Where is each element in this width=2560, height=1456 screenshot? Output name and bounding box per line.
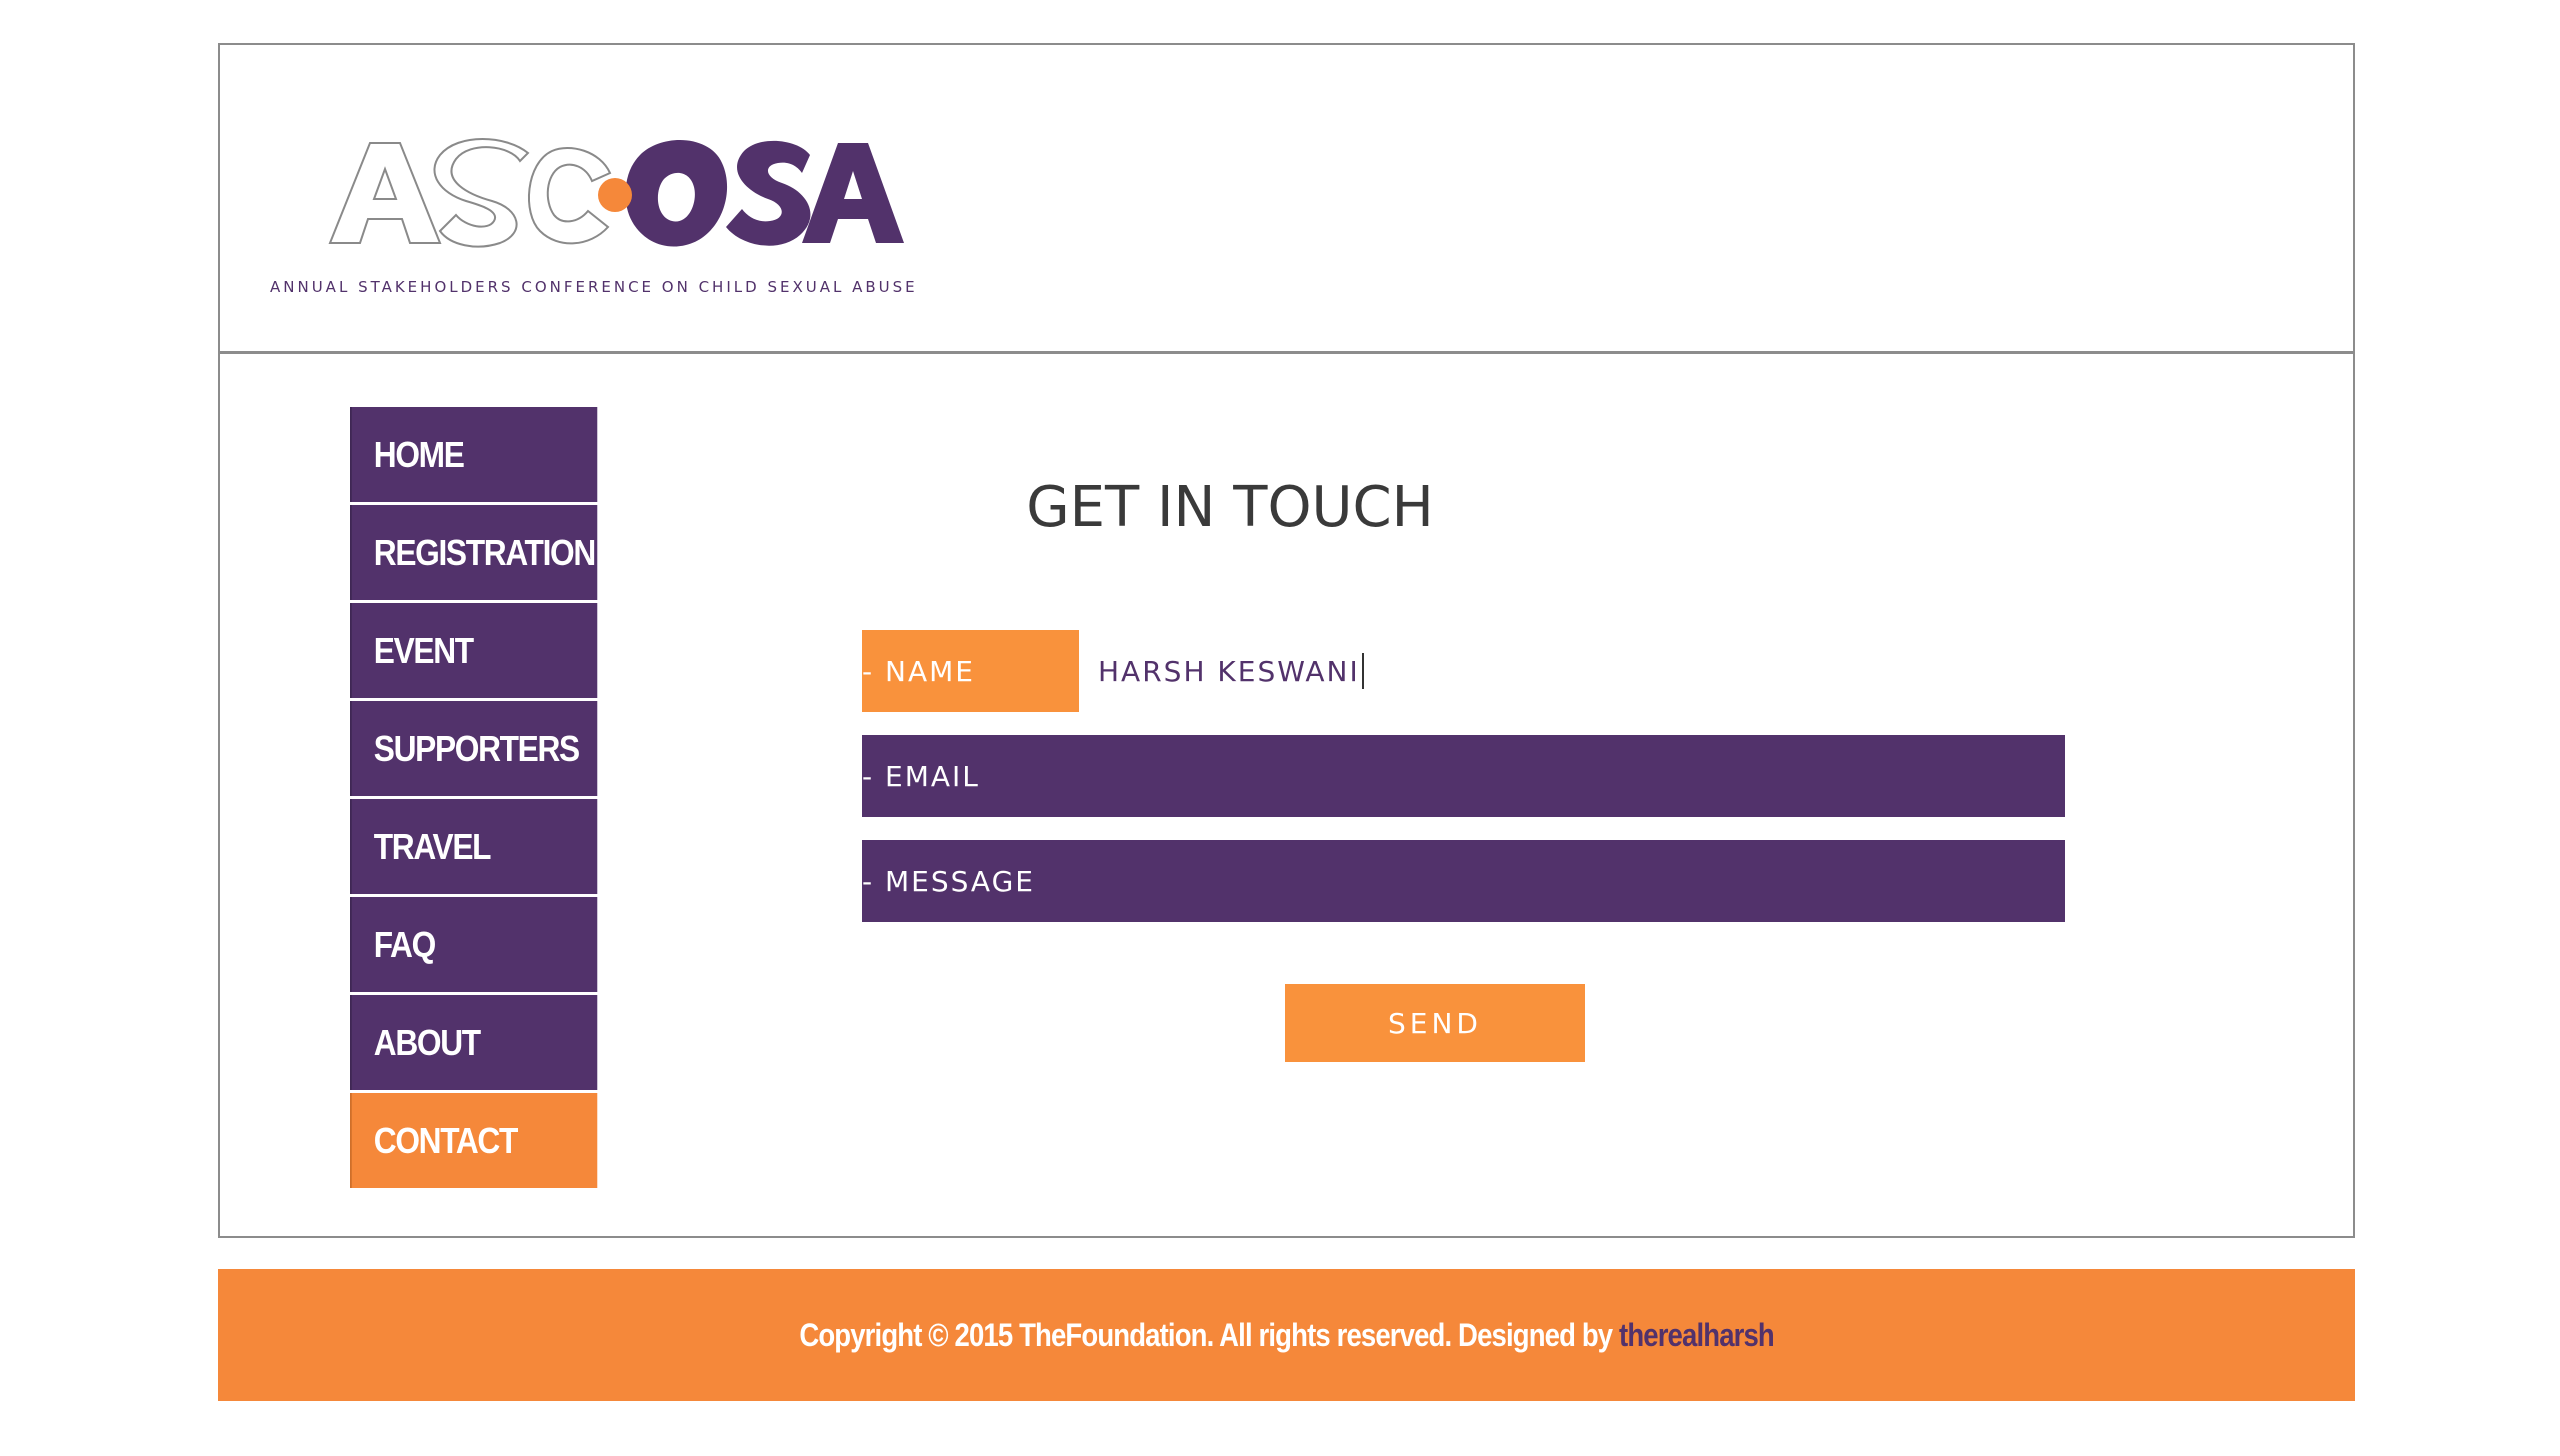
header: ANNUAL STAKEHOLDERS CONFERENCE ON CHILD … (220, 45, 2353, 354)
sidebar-item-supporters[interactable]: SUPPORTERS (350, 701, 598, 796)
message-field[interactable]: - MESSAGE (862, 840, 2065, 922)
sidebar-item-about[interactable]: ABOUT (350, 995, 598, 1090)
sidebar-item-faq[interactable]: FAQ (350, 897, 598, 992)
sidebar-item-contact[interactable]: CONTACT (350, 1093, 598, 1188)
name-field-label: - NAME (862, 630, 1079, 712)
name-field-row: - NAME HARSH KESWANI (862, 630, 2065, 712)
footer-copyright: Copyright © 2015 TheFoundation. All righ… (799, 1317, 1774, 1354)
sidebar-nav: HOME REGISTRATION EVENT SUPPORTERS TRAVE… (350, 407, 598, 1191)
footer-copyright-text: Copyright © 2015 TheFoundation. All righ… (799, 1316, 1619, 1353)
text-caret (1361, 653, 1364, 689)
email-field[interactable]: - EMAIL (862, 735, 2065, 817)
sidebar-item-event[interactable]: EVENT (350, 603, 598, 698)
name-input-value: HARSH KESWANI (1098, 654, 1360, 688)
logo-tagline: ANNUAL STAKEHOLDERS CONFERENCE ON CHILD … (270, 278, 918, 296)
message-field-row: - MESSAGE (862, 840, 2065, 922)
name-input[interactable]: HARSH KESWANI (1098, 630, 1364, 712)
sidebar-item-travel[interactable]: TRAVEL (350, 799, 598, 894)
email-field-label: - EMAIL (862, 759, 980, 793)
designer-link[interactable]: therealharsh (1619, 1317, 1775, 1353)
sidebar-item-home[interactable]: HOME (350, 407, 598, 502)
message-field-label: - MESSAGE (862, 864, 1035, 898)
send-button[interactable]: SEND (1285, 984, 1585, 1062)
ascosa-logo[interactable] (270, 93, 910, 341)
ascosa-logo-graphic (328, 138, 904, 248)
sidebar-item-registration[interactable]: REGISTRATION (350, 505, 598, 600)
email-field-row: - EMAIL (862, 735, 2065, 817)
footer: Copyright © 2015 TheFoundation. All righ… (218, 1269, 2355, 1401)
page-title: GET IN TOUCH (1026, 475, 1434, 540)
